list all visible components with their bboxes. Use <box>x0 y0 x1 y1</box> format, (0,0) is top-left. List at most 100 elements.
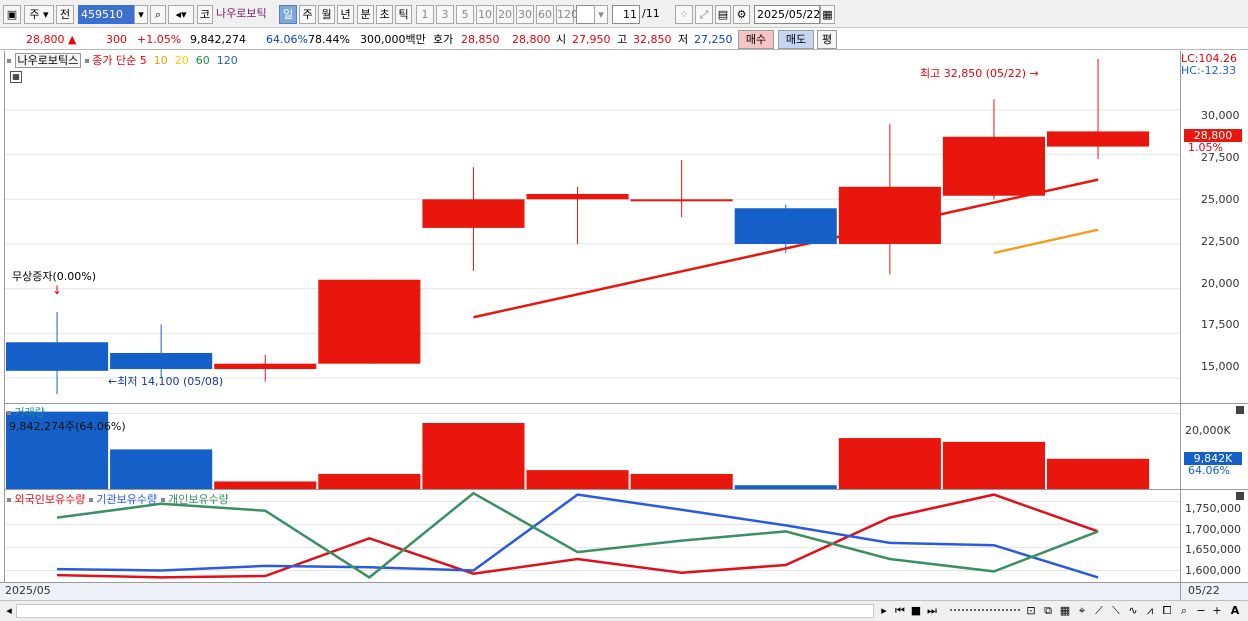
trade-amount: 300,000백만 <box>360 33 426 46</box>
interval-30[interactable]: 30 <box>516 5 534 24</box>
volume-tag-pct: 64.06% <box>1188 464 1230 477</box>
legend-marker-icon <box>7 411 11 415</box>
table-toggle-icon[interactable]: ▦ <box>10 71 22 83</box>
line-icon[interactable]: ⟍ <box>1109 604 1123 618</box>
holdings-tick: 1,600,000 <box>1185 564 1241 577</box>
ma20-label: 20 <box>174 54 189 67</box>
ma-legend-label: 종가 단순 <box>92 54 137 67</box>
minus-icon[interactable]: − <box>1195 604 1207 618</box>
interval-3[interactable]: 3 <box>436 5 454 24</box>
current-price: 28,800 ▲ <box>26 33 77 46</box>
candle-body <box>110 352 213 370</box>
legend-marker-icon <box>7 59 11 63</box>
speaker-icon[interactable]: ◂▾ <box>168 5 194 24</box>
zoom-slider[interactable] <box>950 609 1020 611</box>
interval-20[interactable]: 20 <box>496 5 514 24</box>
candle-body <box>838 186 941 244</box>
max-price-note: 최고 32,850 (05/22) → <box>920 65 1039 81</box>
interval-1[interactable]: 1 <box>416 5 434 24</box>
trend-icon[interactable]: ⟋ <box>1092 604 1106 618</box>
date-input[interactable]: 2025/05/22 <box>754 5 820 24</box>
interval-60[interactable]: 60 <box>536 5 554 24</box>
rewind-icon[interactable]: ⏮ <box>893 604 907 618</box>
period-second[interactable]: 초 <box>376 5 393 24</box>
chart-type-icon[interactable]: ⁘ <box>675 5 693 24</box>
flat-button[interactable]: 평 <box>817 30 837 49</box>
volume-bar <box>630 473 733 489</box>
panel-add-icon[interactable]: ⊡ <box>1024 604 1038 618</box>
event-arrow-icon: ↓ <box>52 283 63 297</box>
period-tick[interactable]: 틱 <box>395 5 412 24</box>
stock-name: 나우로보틱 <box>216 7 267 20</box>
prev-button[interactable]: 전 <box>56 5 74 24</box>
interval-10[interactable]: 10 <box>476 5 494 24</box>
scroll-right-icon[interactable]: ▸ <box>878 604 890 618</box>
interval-dropdown-icon[interactable]: ▾ <box>594 5 608 24</box>
font-size-icon[interactable]: A <box>1228 604 1242 618</box>
stop-icon[interactable]: ■ <box>909 604 923 618</box>
bid-label: 호가 <box>433 33 454 46</box>
ma10-line <box>993 228 1099 255</box>
volume-bar <box>734 485 837 489</box>
volume-info: 9,842,274주(64.06%) <box>9 420 126 433</box>
calendar-icon[interactable]: ▦ <box>820 5 835 24</box>
legend-marker-icon <box>84 59 89 63</box>
candles <box>6 59 1150 395</box>
interval-5[interactable]: 5 <box>456 5 474 24</box>
holdings-legend: 외국인보유수량 기관보유수량 개인보유수량 <box>7 491 229 507</box>
price-tick: 17,500 <box>1201 318 1240 331</box>
gear-icon[interactable]: ⚙ <box>733 5 750 24</box>
count-input[interactable]: 11 <box>612 5 640 24</box>
max-price-text: 최고 32,850 (05/22) <box>920 67 1027 80</box>
mode-select[interactable]: 주 ▾ <box>24 5 54 24</box>
stock-tag[interactable]: 나우로보틱스 <box>14 53 82 68</box>
market-button[interactable]: 코 <box>197 5 213 24</box>
window-icon[interactable]: ▣ <box>3 5 21 24</box>
buy-button[interactable]: 매수 <box>738 30 774 49</box>
code-input[interactable]: 459510 <box>78 5 134 24</box>
sell-button[interactable]: 매도 <box>778 30 814 49</box>
panel-split-icon[interactable]: ⧉ <box>1041 604 1055 618</box>
period-day[interactable]: 일 <box>279 5 297 24</box>
panel-close-icon[interactable] <box>1236 406 1244 414</box>
arrow-left-icon: ← <box>108 375 118 388</box>
crosshair-icon[interactable]: ⌖ <box>1075 604 1089 618</box>
period-month[interactable]: 월 <box>318 5 335 24</box>
holdings-tick: 1,750,000 <box>1185 502 1241 515</box>
volume-bar <box>1047 458 1150 489</box>
wave-icon[interactable]: ∿ <box>1126 604 1140 618</box>
low-price: 27,250 <box>694 33 733 46</box>
candle-body <box>318 279 421 364</box>
code-dropdown-icon[interactable]: ▾ <box>134 5 148 24</box>
scroll-track[interactable] <box>16 604 874 618</box>
interval-120[interactable]: 120 <box>556 5 578 24</box>
chart-area[interactable]: 나우로보틱스 종가 단순 5 10 20 60 120 ▦ 최고 32,850 … <box>4 51 1181 582</box>
zoom-search-icon[interactable]: ⌕ <box>1177 604 1191 618</box>
draw-icon[interactable]: ⤢ <box>695 5 713 24</box>
legend-marker-icon <box>160 498 165 502</box>
legend-marker-icon <box>88 498 93 502</box>
turnover-rate: 78.44% <box>308 33 350 46</box>
copy-icon[interactable]: ⧠ <box>1160 604 1174 618</box>
min-price-note: ←최저 14,100 (05/08) <box>108 373 223 389</box>
period-year[interactable]: 년 <box>337 5 354 24</box>
arrow-right-icon: → <box>1029 67 1039 80</box>
price-tick: 25,000 <box>1201 193 1240 206</box>
price-tick: 30,000 <box>1201 109 1240 122</box>
search-icon[interactable]: ⌕ <box>150 5 166 24</box>
period-minute[interactable]: 분 <box>357 5 374 24</box>
volume-tick: 20,000K <box>1185 424 1231 437</box>
plus-icon[interactable]: + <box>1211 604 1223 618</box>
save-icon[interactable]: ▤ <box>715 5 731 24</box>
pattern-icon[interactable]: ⩘ <box>1143 604 1157 618</box>
candle-body <box>630 199 733 202</box>
scroll-left-icon[interactable]: ◂ <box>4 604 14 618</box>
fast-forward-icon[interactable]: ⏭ <box>925 604 939 618</box>
bid-price: 28,850 <box>461 33 500 46</box>
panel-close-icon[interactable] <box>1236 492 1244 500</box>
chart-scrollbar[interactable]: ◂ ▸ ⏮ ■ ⏭ ⊡ ⧉ ▦ ⌖ ⟋ ⟍ ∿ ⩘ ⧠ ⌕ − + A <box>0 600 1248 621</box>
period-week[interactable]: 주 <box>299 5 316 24</box>
candle-body <box>942 136 1045 196</box>
grid-icon[interactable]: ▦ <box>1058 604 1072 618</box>
legend-indiv: 개인보유수량 <box>168 493 229 506</box>
